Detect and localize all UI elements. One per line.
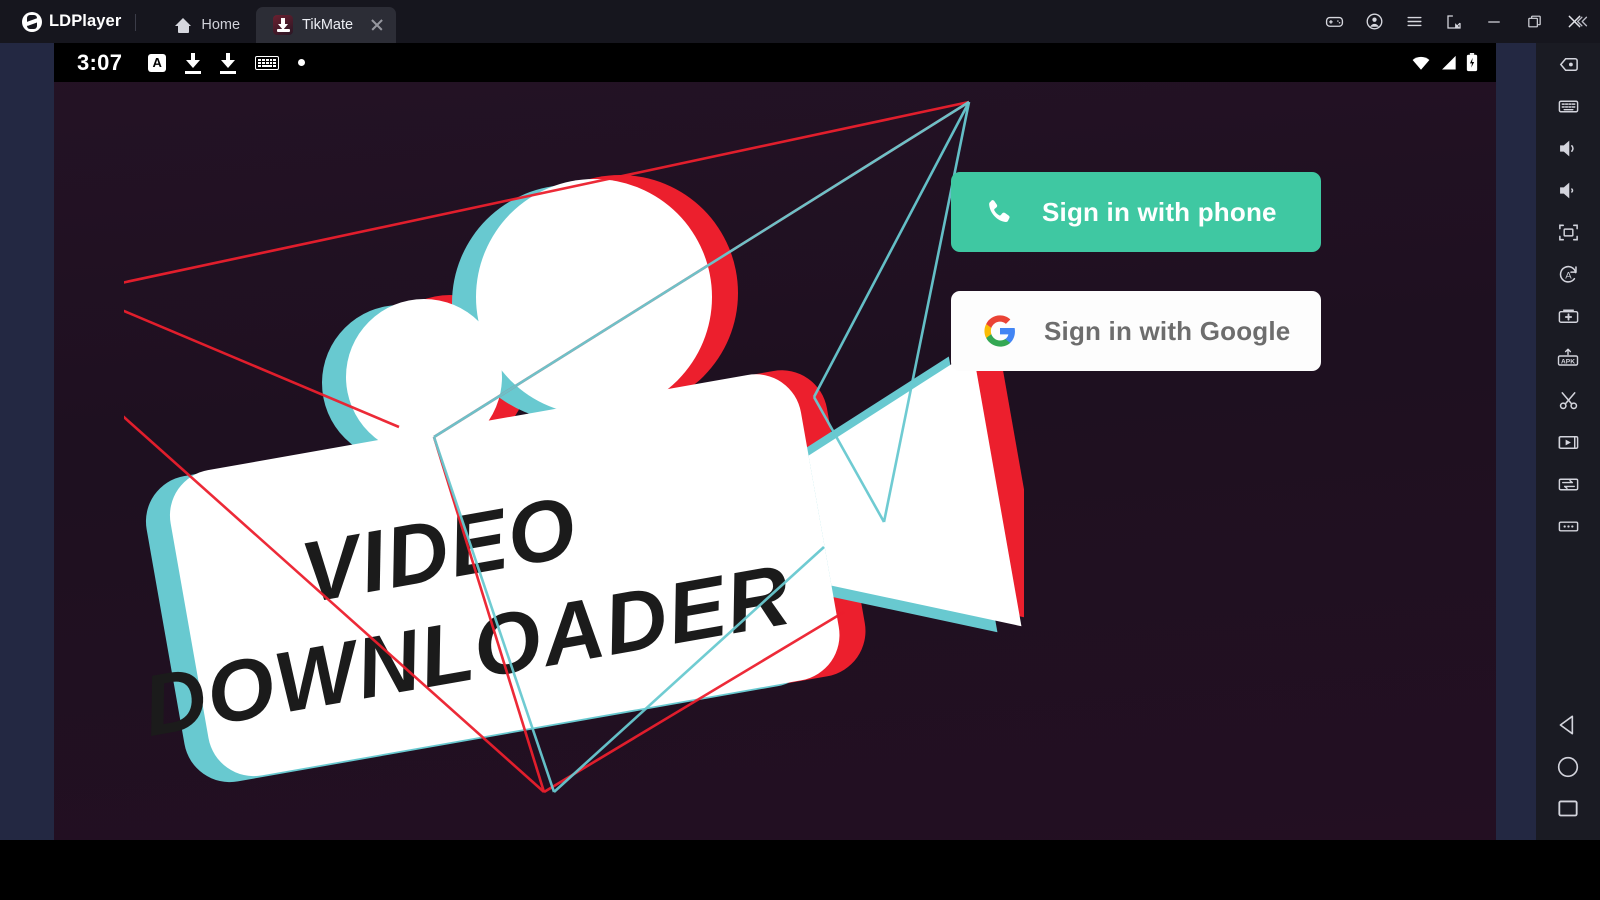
tab-home[interactable]: Home: [158, 7, 256, 43]
app-badge-a-icon: A: [148, 53, 167, 72]
emulator-left-bezel: [0, 43, 54, 840]
account-icon[interactable]: [1354, 0, 1394, 43]
title-bar: LDPlayer Home TikMate: [0, 0, 1600, 43]
svg-text:APK: APK: [1561, 358, 1575, 365]
bottom-bar: [0, 840, 1600, 900]
ldplayer-logo-icon: [22, 11, 42, 32]
tab-close-icon[interactable]: [368, 16, 386, 34]
volume-up-icon[interactable]: [1536, 127, 1600, 169]
window-controls: [1314, 0, 1600, 43]
more-options-icon[interactable]: [1536, 505, 1600, 547]
battery-charging-icon: [1466, 53, 1478, 72]
emulator-toolbar: A APK: [1536, 43, 1600, 840]
android-status-bar: 3:07 A: [54, 43, 1496, 82]
wifi-icon: [1412, 56, 1430, 70]
tab-home-label: Home: [201, 17, 241, 33]
volume-down-icon[interactable]: [1536, 169, 1600, 211]
install-apk-icon[interactable]: APK: [1536, 337, 1600, 379]
emulator-right-bezel: [1496, 43, 1536, 840]
chevron-double-left-icon[interactable]: [1566, 0, 1596, 43]
status-clock: 3:07: [77, 49, 123, 75]
recents-icon[interactable]: [1536, 788, 1600, 830]
ldplayer-window: LDPlayer Home TikMate 3:07 A VIDEO DOWNL…: [0, 0, 1600, 900]
brand: LDPlayer: [0, 0, 121, 43]
app-content: VIDEO DOWNLOADER Sign in with phone Sign…: [54, 82, 1496, 840]
gamepad-icon[interactable]: [1314, 0, 1354, 43]
download-icon: [220, 52, 237, 74]
tikmate-app-icon: [273, 15, 294, 35]
google-g-icon: [984, 315, 1015, 347]
sign-in-with-phone-label: Sign in with phone: [1042, 196, 1277, 227]
svg-text:A: A: [1565, 270, 1572, 281]
status-system-icons: [1410, 53, 1478, 72]
brand-name: LDPlayer: [49, 12, 122, 30]
android-screen: 3:07 A VIDEO DOWNLOADER Sign in with pho…: [54, 43, 1496, 840]
add-instance-icon[interactable]: [1536, 295, 1600, 337]
back-icon[interactable]: [1536, 704, 1600, 746]
minimize-icon[interactable]: [1474, 0, 1514, 43]
download-icon: [185, 52, 202, 74]
sign-in-with-google-label: Sign in with Google: [1044, 315, 1291, 346]
sign-in-with-google-button[interactable]: Sign in with Google: [951, 291, 1321, 371]
open-external-icon[interactable]: [1434, 0, 1474, 43]
menu-icon[interactable]: [1394, 0, 1434, 43]
keyboard-mapping-icon[interactable]: [1536, 85, 1600, 127]
status-notification-icons: A: [148, 52, 306, 74]
sign-in-with-phone-button[interactable]: Sign in with phone: [951, 172, 1321, 252]
keyboard-icon: [255, 55, 280, 70]
tab-strip: Home TikMate: [158, 0, 397, 43]
auto-rotate-icon[interactable]: A: [1536, 253, 1600, 295]
brand-divider: [135, 14, 137, 31]
home-nav-icon[interactable]: [1536, 746, 1600, 788]
auth-buttons: Sign in with phone Sign in with Google: [951, 172, 1321, 371]
tab-tikmate-label: TikMate: [302, 17, 354, 33]
video-record-icon[interactable]: [1536, 421, 1600, 463]
fullscreen-icon[interactable]: [1536, 211, 1600, 253]
tab-tikmate[interactable]: TikMate: [256, 7, 397, 43]
video-downloader-logo: VIDEO DOWNLOADER: [124, 92, 1024, 832]
home-icon: [175, 17, 192, 33]
maximize-icon[interactable]: [1514, 0, 1554, 43]
dot-icon: [298, 59, 306, 66]
signal-icon: [1442, 55, 1456, 69]
phone-icon: [989, 200, 1010, 223]
shared-folder-icon[interactable]: [1536, 463, 1600, 505]
record-macro-icon[interactable]: [1536, 43, 1600, 85]
screenshot-cut-icon[interactable]: [1536, 379, 1600, 421]
